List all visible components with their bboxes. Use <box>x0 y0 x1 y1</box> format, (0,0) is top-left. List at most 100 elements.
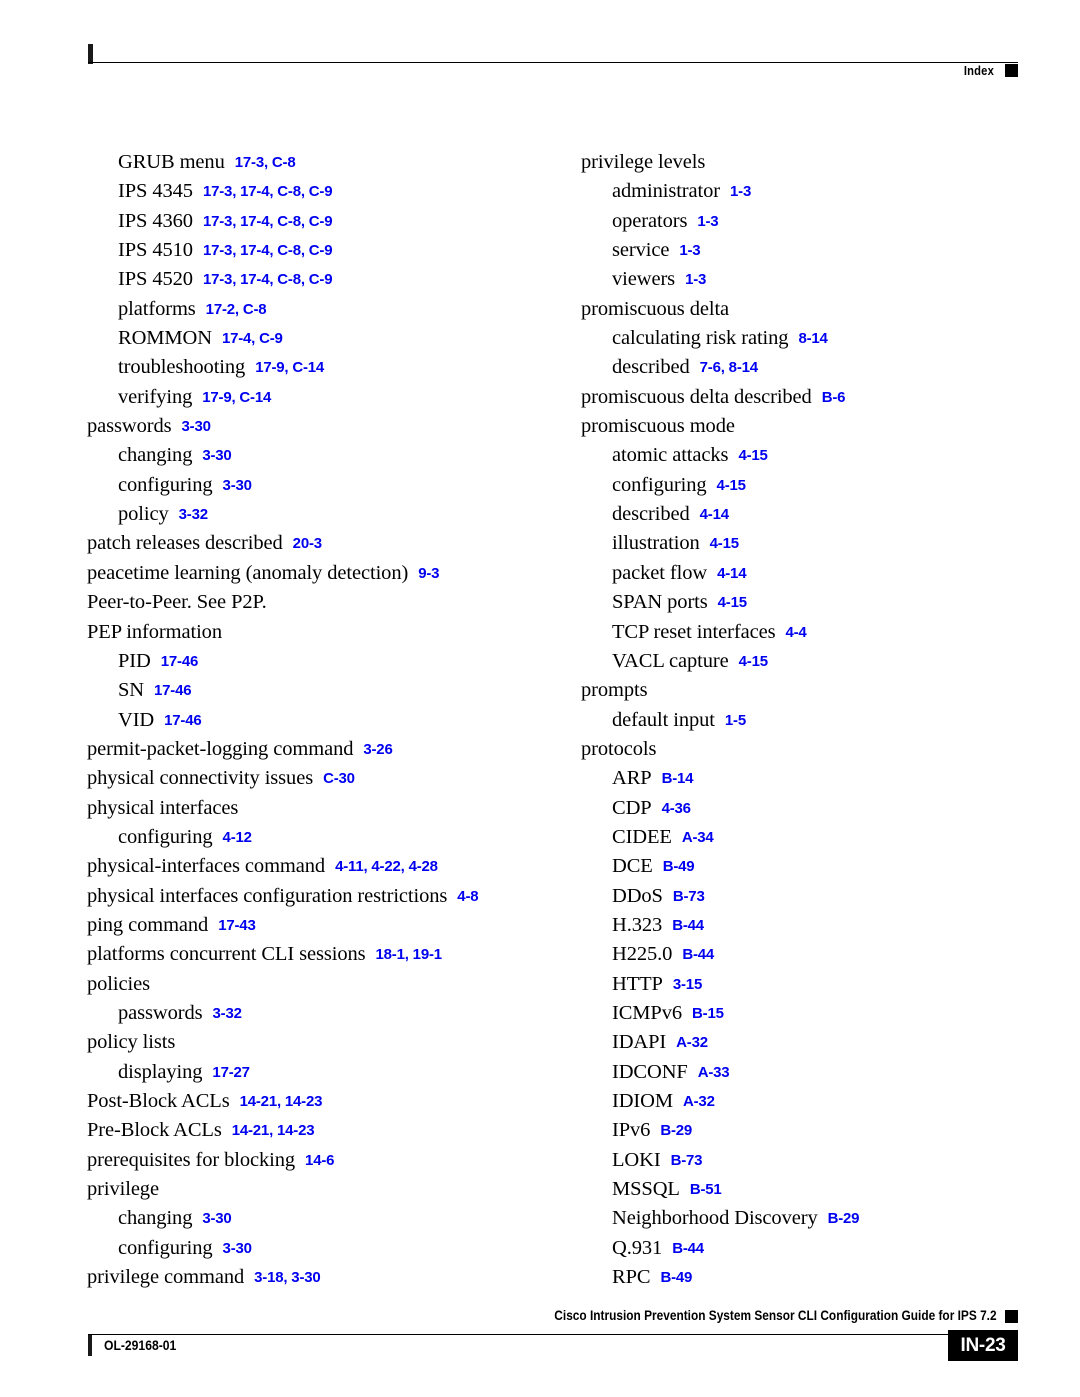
index-entry-locators[interactable]: 4-15 <box>707 477 746 494</box>
index-entry-term: SN <box>118 679 145 702</box>
index-entry-locators[interactable]: B-51 <box>680 1181 722 1198</box>
index-entry-locators[interactable]: 17-46 <box>154 712 202 729</box>
index-entry-term: Pre-Block ACLs <box>87 1119 222 1142</box>
index-entry-locators[interactable]: A-33 <box>688 1064 730 1081</box>
index-entry-locators[interactable]: B-73 <box>661 1152 703 1169</box>
page-footer: Cisco Intrusion Prevention System Sensor… <box>88 1308 1018 1378</box>
index-entry: privilege <box>87 1175 557 1204</box>
index-entry-term: service <box>612 239 670 262</box>
index-entry: Neighborhood Discovery B-29 <box>581 1204 1051 1233</box>
index-entry-locators[interactable]: 17-3, 17-4, C-8, C-9 <box>193 213 333 230</box>
index-entry-locators[interactable]: 17-43 <box>208 917 256 934</box>
index-entry-locators[interactable]: B-44 <box>672 946 714 963</box>
index-entry-locators[interactable]: 17-3, 17-4, C-8, C-9 <box>193 271 333 288</box>
index-entry: displaying 17-27 <box>87 1058 557 1087</box>
index-entry: changing 3-30 <box>87 441 557 470</box>
index-entry-locators[interactable]: C-30 <box>313 770 355 787</box>
index-entry: privilege levels <box>581 148 1051 177</box>
index-entry-term: described <box>612 503 690 526</box>
header-left-tick-icon <box>88 44 93 64</box>
index-entry-locators[interactable]: B-73 <box>663 888 705 905</box>
index-entry-locators[interactable]: 17-46 <box>144 682 192 699</box>
index-entry-locators[interactable]: 4-15 <box>729 653 768 670</box>
index-entry-locators[interactable]: 4-12 <box>213 829 252 846</box>
index-entry-locators[interactable]: 1-3 <box>720 183 751 200</box>
index-entry-locators[interactable]: 1-5 <box>715 712 746 729</box>
index-entry-locators[interactable]: 17-46 <box>151 653 199 670</box>
index-entry-locators[interactable]: 4-4 <box>775 624 806 641</box>
index-entry-locators[interactable]: 4-11, 4-22, 4-28 <box>325 858 438 875</box>
index-entry-locators[interactable]: 14-21, 14-23 <box>222 1122 315 1139</box>
index-entry-locators[interactable]: 4-8 <box>447 888 478 905</box>
index-entry-locators[interactable]: 3-15 <box>663 976 702 993</box>
index-entry-locators[interactable]: 4-14 <box>707 565 746 582</box>
index-entry-locators[interactable]: 14-21, 14-23 <box>230 1093 323 1110</box>
index-entry-term: platforms concurrent CLI sessions <box>87 943 366 966</box>
index-entry: IPS 4510 17-3, 17-4, C-8, C-9 <box>87 236 557 265</box>
index-entry-locators[interactable]: 3-30 <box>213 1240 252 1257</box>
index-entry-locators[interactable]: A-34 <box>672 829 714 846</box>
index-entry-locators[interactable]: 3-30 <box>192 447 231 464</box>
index-entry-locators[interactable]: B-6 <box>812 389 846 406</box>
index-entry: platforms 17-2, C-8 <box>87 295 557 324</box>
header-right-group: Index <box>959 64 1018 77</box>
index-entry-locators[interactable]: 4-15 <box>700 535 739 552</box>
index-entry: prompts <box>581 676 1051 705</box>
index-entry-locators[interactable]: A-32 <box>673 1093 715 1110</box>
index-entry-locators[interactable]: 3-32 <box>203 1005 242 1022</box>
index-entry: calculating risk rating 8-14 <box>581 324 1051 353</box>
index-entry-locators[interactable]: 4-36 <box>652 800 691 817</box>
index-entry-locators[interactable]: 18-1, 19-1 <box>366 946 443 963</box>
index-entry-term: policy lists <box>87 1031 176 1054</box>
index-column-right: privilege levels administrator 1-3 operator… <box>581 148 1051 1292</box>
index-entry: configuring 4-12 <box>87 823 557 852</box>
index-entry-locators[interactable]: 20-3 <box>283 535 322 552</box>
index-entry-locators[interactable]: 1-3 <box>669 242 700 259</box>
index-entry-locators[interactable]: 9-3 <box>408 565 439 582</box>
index-entry-locators[interactable]: 3-30 <box>172 418 211 435</box>
index-entry-term: passwords <box>87 415 172 438</box>
index-entry: changing 3-30 <box>87 1204 557 1233</box>
index-entry-locators[interactable]: B-29 <box>818 1210 860 1227</box>
index-entry-locators[interactable]: 3-30 <box>213 477 252 494</box>
index-entry-locators[interactable]: 17-9, C-14 <box>192 389 271 406</box>
index-entry-locators[interactable]: B-14 <box>652 770 694 787</box>
index-entry-locators[interactable]: 4-15 <box>708 594 747 611</box>
index-entry-term: illustration <box>612 532 700 555</box>
index-entry-term: patch releases described <box>87 532 283 555</box>
index-entry-term: HTTP <box>612 972 663 995</box>
index-entry-locators[interactable]: 17-9, C-14 <box>245 359 324 376</box>
index-entry-locators[interactable]: 17-3, 17-4, C-8, C-9 <box>193 183 333 200</box>
index-entry-locators[interactable]: 17-27 <box>202 1064 250 1081</box>
index-entry-locators[interactable]: 3-18, 3-30 <box>244 1269 321 1286</box>
index-entry: Peer-to-Peer. See P2P. <box>87 588 557 617</box>
index-entry: physical interfaces configuration restri… <box>87 882 557 911</box>
index-entry-locators[interactable]: 1-3 <box>675 271 706 288</box>
index-entry-locators[interactable]: A-32 <box>666 1034 708 1051</box>
index-entry: ROMMON 17-4, C-9 <box>87 324 557 353</box>
index-entry-locators[interactable]: 17-3, 17-4, C-8, C-9 <box>193 242 333 259</box>
index-entry-locators[interactable]: 14-6 <box>295 1152 334 1169</box>
index-entry-locators[interactable]: B-15 <box>682 1005 724 1022</box>
index-entry-locators[interactable]: B-44 <box>662 1240 704 1257</box>
index-entry-locators[interactable]: 4-15 <box>728 447 767 464</box>
index-entry-locators[interactable]: 3-26 <box>353 741 392 758</box>
index-entry-term: GRUB menu <box>118 151 225 173</box>
index-entry-locators[interactable]: B-44 <box>662 917 704 934</box>
index-entry-locators[interactable]: 17-2, C-8 <box>196 301 267 318</box>
index-entry-term: passwords <box>118 1001 203 1024</box>
index-body: GRUB menu 17-3, C-8 IPS 4345 17-3, 17-4, C-… <box>0 148 1080 1288</box>
footer-page-number: IN-23 <box>948 1330 1018 1361</box>
index-entry-locators[interactable]: 17-3, C-8 <box>225 154 296 171</box>
index-entry-locators[interactable]: B-49 <box>653 858 695 875</box>
index-entry-term: privilege levels <box>581 151 706 173</box>
index-entry-locators[interactable]: B-49 <box>650 1269 692 1286</box>
index-entry-locators[interactable]: 17-4, C-9 <box>212 330 283 347</box>
index-entry-locators[interactable]: 8-14 <box>788 330 827 347</box>
index-entry-locators[interactable]: 3-30 <box>192 1210 231 1227</box>
index-entry-locators[interactable]: B-29 <box>650 1122 692 1139</box>
index-entry-locators[interactable]: 1-3 <box>687 213 718 230</box>
index-entry-locators[interactable]: 7-6, 8-14 <box>690 359 758 376</box>
index-entry-locators[interactable]: 4-14 <box>690 506 729 523</box>
index-entry-locators[interactable]: 3-32 <box>169 506 208 523</box>
